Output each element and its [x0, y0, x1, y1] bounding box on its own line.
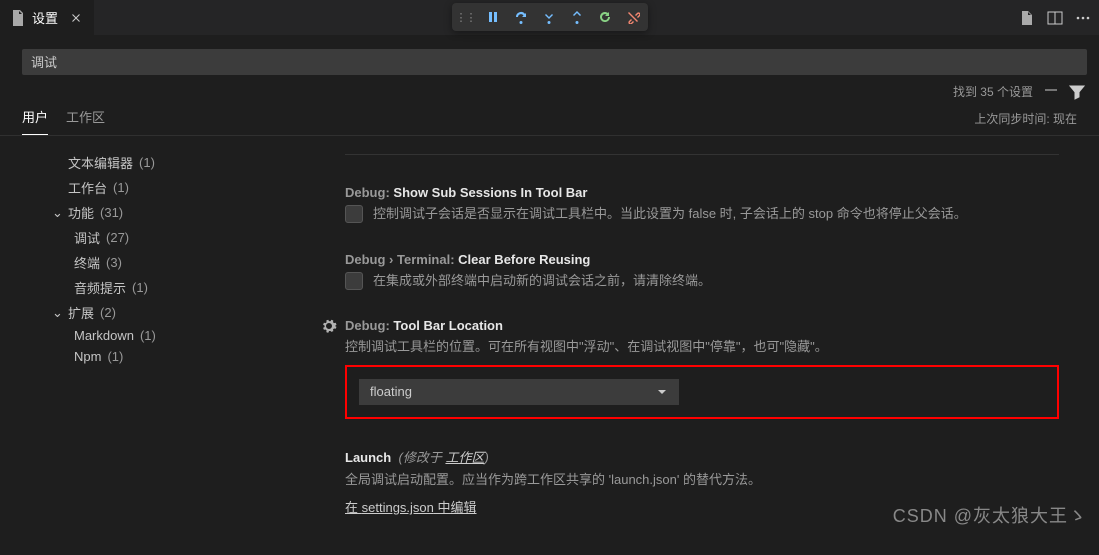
- disconnect-button[interactable]: [620, 5, 646, 29]
- tab-close-button[interactable]: [68, 10, 84, 26]
- disconnect-icon: [626, 10, 640, 24]
- split-editor-icon[interactable]: [1047, 10, 1063, 26]
- chevron-down-icon: [656, 386, 668, 398]
- search-row: 调试: [0, 45, 1099, 79]
- tab-title: 设置: [32, 8, 58, 27]
- settings-search-input[interactable]: 调试: [22, 49, 1087, 75]
- tree-item-extensions[interactable]: ⌄扩展 (2): [30, 300, 295, 325]
- scope-row: 用户 工作区 上次同步时间: 现在: [0, 104, 1099, 136]
- tree-item-markdown[interactable]: Markdown (1): [30, 325, 295, 346]
- file-icon: [10, 10, 26, 26]
- main-area: 文本编辑器 (1) 工作台 (1) ⌄功能 (31) 调试 (27) 终端 (3…: [0, 136, 1099, 555]
- tree-item-audio[interactable]: 音频提示 (1): [30, 275, 295, 300]
- step-out-button[interactable]: [564, 5, 590, 29]
- tree-item-terminal[interactable]: 终端 (3): [30, 250, 295, 275]
- setting-description: 控制调试工具栏的位置。可在所有视图中"浮动"、在调试视图中"停靠"，也可"隐藏"…: [345, 337, 828, 357]
- settings-content: Debug: Show Sub Sessions In Tool Bar 控制调…: [305, 136, 1099, 555]
- tab-bar: 设置 ⋮⋮: [0, 0, 1099, 35]
- result-count: 找到 35 个设置: [953, 83, 1033, 100]
- step-out-icon: [570, 10, 584, 24]
- pause-icon: [486, 10, 500, 24]
- modified-in-link[interactable]: 工作区: [445, 450, 484, 465]
- checkbox[interactable]: [345, 205, 363, 223]
- highlight-box: floating: [345, 365, 1059, 419]
- watermark: CSDN @灰太狼大王ゝ: [893, 502, 1087, 528]
- chevron-down-icon: ⌄: [52, 205, 64, 221]
- chevron-down-icon: ⌄: [52, 305, 64, 321]
- tree-item-features[interactable]: ⌄功能 (31): [30, 200, 295, 225]
- step-into-button[interactable]: [536, 5, 562, 29]
- clear-icon[interactable]: [1043, 84, 1059, 100]
- step-over-icon: [514, 10, 528, 24]
- new-file-icon[interactable]: [1019, 10, 1035, 26]
- filter-icon[interactable]: [1069, 84, 1085, 100]
- tree-item-debug[interactable]: 调试 (27): [30, 225, 295, 250]
- setting-description: 全局调试启动配置。应当作为跨工作区共享的 'launch.json' 的替代方法…: [345, 470, 761, 490]
- setting-clear-before-reusing: Debug › Terminal: Clear Before Reusing 在…: [345, 252, 1059, 291]
- toolbar-location-select[interactable]: floating: [359, 379, 679, 405]
- settings-tree: 文本编辑器 (1) 工作台 (1) ⌄功能 (31) 调试 (27) 终端 (3…: [0, 136, 305, 555]
- more-icon[interactable]: [1075, 10, 1091, 26]
- setting-description: 在集成或外部终端中启动新的调试会话之前，请清除终端。: [373, 271, 711, 291]
- divider: [345, 154, 1059, 155]
- tree-item-text-editor[interactable]: 文本编辑器 (1): [30, 150, 295, 175]
- setting-description: 控制调试子会话是否显示在调试工具栏中。当此设置为 false 时, 子会话上的 …: [373, 204, 967, 224]
- tree-item-workbench[interactable]: 工作台 (1): [30, 175, 295, 200]
- step-over-button[interactable]: [508, 5, 534, 29]
- restart-button[interactable]: [592, 5, 618, 29]
- scope-tab-workspace[interactable]: 工作区: [66, 107, 105, 135]
- debug-toolbar[interactable]: ⋮⋮: [452, 3, 648, 31]
- setting-toolbar-location: Debug: Tool Bar Location 控制调试工具栏的位置。可在所有…: [345, 318, 1059, 419]
- search-query: 调试: [31, 52, 57, 71]
- select-value: floating: [370, 384, 412, 399]
- scope-tab-user[interactable]: 用户: [22, 107, 48, 135]
- checkbox[interactable]: [345, 272, 363, 290]
- title-actions: [1019, 10, 1091, 26]
- grip-icon[interactable]: ⋮⋮: [454, 11, 478, 24]
- setting-show-sub-sessions: Debug: Show Sub Sessions In Tool Bar 控制调…: [345, 185, 1059, 224]
- tab-settings[interactable]: 设置: [0, 0, 94, 35]
- pause-button[interactable]: [480, 5, 506, 29]
- tree-item-npm[interactable]: Npm (1): [30, 346, 295, 367]
- restart-icon: [598, 10, 612, 24]
- gear-icon[interactable]: [321, 318, 337, 337]
- close-icon: [69, 11, 83, 25]
- search-meta: 找到 35 个设置: [0, 79, 1099, 100]
- step-into-icon: [542, 10, 556, 24]
- sync-status: 上次同步时间: 现在: [974, 110, 1077, 135]
